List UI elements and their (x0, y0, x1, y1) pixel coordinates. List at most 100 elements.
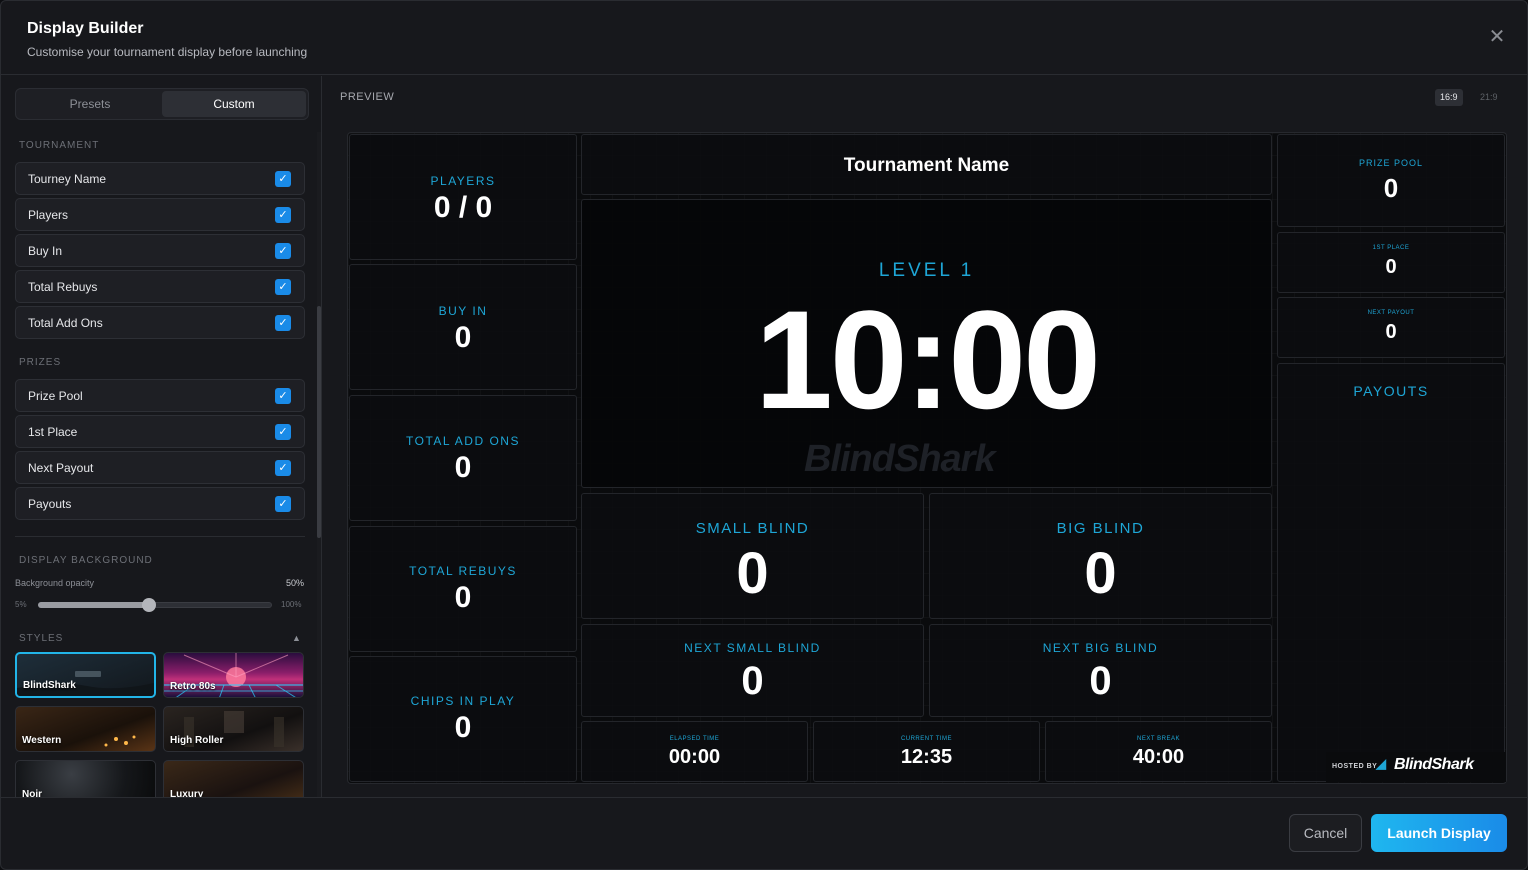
chips-in-play-tile: CHIPS IN PLAY 0 (349, 656, 577, 782)
checkbox-checked-icon[interactable]: ✓ (275, 279, 291, 295)
launch-display-button[interactable]: Launch Display (1371, 814, 1507, 852)
modal-header: Display Builder Customise your tournamen… (1, 1, 1527, 75)
players-tile: PLAYERS 0 / 0 (349, 134, 577, 260)
modal-footer: Cancel Launch Display (1, 797, 1527, 869)
big-blind-label: BIG BLIND (1056, 520, 1145, 537)
level-label: LEVEL 1 (878, 260, 975, 281)
option-total-add-ons[interactable]: Total Add Ons ✓ (15, 306, 305, 339)
section-label-styles: STYLES (19, 633, 64, 644)
small-blind-tile: SMALL BLIND 0 (581, 493, 924, 619)
option-payouts[interactable]: Payouts ✓ (15, 487, 305, 520)
next-small-blind-label: NEXT SMALL BLIND (684, 641, 821, 655)
opacity-slider-thumb[interactable] (142, 598, 156, 612)
checkbox-checked-icon[interactable]: ✓ (275, 243, 291, 259)
ratio-16-9-button[interactable]: 16:9 (1435, 89, 1463, 106)
checkbox-checked-icon[interactable]: ✓ (275, 388, 291, 404)
option-label: Total Rebuys (28, 280, 98, 294)
checkbox-checked-icon[interactable]: ✓ (275, 171, 291, 187)
checkbox-checked-icon[interactable]: ✓ (275, 424, 291, 440)
style-card-noir[interactable]: Noir (15, 760, 156, 797)
next-big-blind-tile: NEXT BIG BLIND 0 (929, 624, 1272, 717)
option-label: Tourney Name (28, 172, 107, 186)
current-time-label: CURRENT TIME (900, 736, 953, 742)
chips-in-play-label: CHIPS IN PLAY (410, 694, 516, 708)
total-rebuys-value: 0 (454, 581, 472, 614)
style-name: Noir (22, 789, 42, 797)
option-first-place[interactable]: 1st Place ✓ (15, 415, 305, 448)
first-place-tile: 1ST PLACE 0 (1277, 232, 1505, 293)
option-label: Total Add Ons (28, 316, 103, 330)
next-payout-tile: NEXT PAYOUT 0 (1277, 297, 1505, 358)
style-card-luxury[interactable]: Luxury (163, 760, 304, 797)
cancel-button[interactable]: Cancel (1289, 814, 1362, 852)
tournament-name: Tournament Name (843, 155, 1010, 176)
blindshark-style-thumbnail (17, 671, 154, 696)
chips-in-play-value: 0 (454, 711, 472, 744)
style-card-high-roller[interactable]: High Roller (163, 706, 304, 752)
payouts-tile: PAYOUTS HOSTED BY ◢ BlindShark (1277, 363, 1506, 782)
style-card-western[interactable]: Western (15, 706, 156, 752)
big-blind-tile: BIG BLIND 0 (929, 493, 1272, 619)
next-small-blind-value: 0 (741, 659, 764, 703)
prize-pool-tile: PRIZE POOL 0 (1277, 134, 1505, 227)
section-label-display-background: DISPLAY BACKGROUND (19, 555, 153, 566)
small-blind-value: 0 (736, 541, 769, 606)
total-add-ons-tile: TOTAL ADD ONS 0 (349, 395, 577, 521)
tab-custom[interactable]: Custom (162, 91, 306, 117)
option-players[interactable]: Players ✓ (15, 198, 305, 231)
checkbox-checked-icon[interactable]: ✓ (275, 496, 291, 512)
background-opacity-label: Background opacity (15, 578, 95, 588)
display-preview: PLAYERS 0 / 0 BUY IN 0 TOTAL ADD ONS 0 T… (347, 132, 1507, 784)
checkbox-checked-icon[interactable]: ✓ (275, 315, 291, 331)
big-blind-value: 0 (1084, 541, 1117, 606)
total-add-ons-label: TOTAL ADD ONS (406, 434, 520, 448)
current-time-tile: CURRENT TIME 12:35 (813, 721, 1040, 782)
checkbox-checked-icon[interactable]: ✓ (275, 207, 291, 223)
option-label: Players (28, 208, 69, 222)
option-total-rebuys[interactable]: Total Rebuys ✓ (15, 270, 305, 303)
current-time-value: 12:35 (900, 746, 953, 768)
opacity-slider-fill (38, 602, 149, 608)
first-place-value: 0 (1385, 256, 1397, 278)
ratio-21-9-button[interactable]: 21:9 (1475, 89, 1503, 106)
collapse-caret-icon[interactable]: ▲ (292, 633, 301, 643)
style-card-retro-80s[interactable]: Retro 80s (163, 652, 304, 698)
next-small-blind-tile: NEXT SMALL BLIND 0 (581, 624, 924, 717)
checkbox-checked-icon[interactable]: ✓ (275, 460, 291, 476)
tab-presets[interactable]: Presets (18, 91, 162, 117)
prize-pool-label: PRIZE POOL (1358, 158, 1423, 168)
elapsed-time-tile: ELAPSED TIME 00:00 (581, 721, 808, 782)
background-opacity-value: 50% (286, 578, 305, 588)
style-card-blindshark[interactable]: BlindShark (15, 652, 156, 698)
next-payout-value: 0 (1385, 321, 1397, 343)
prize-pool-value: 0 (1383, 173, 1399, 203)
total-add-ons-value: 0 (454, 451, 472, 484)
clock-tile: LEVEL 1 10:00 BlindShark (581, 199, 1272, 488)
players-value: 0 / 0 (433, 191, 493, 224)
hosted-by-badge: HOSTED BY ◢ BlindShark (1326, 752, 1506, 782)
next-break-tile: NEXT BREAK 40:00 (1045, 721, 1272, 782)
option-next-payout[interactable]: Next Payout ✓ (15, 451, 305, 484)
style-name: Retro 80s (170, 681, 216, 692)
option-prize-pool[interactable]: Prize Pool ✓ (15, 379, 305, 412)
option-buy-in[interactable]: Buy In ✓ (15, 234, 305, 267)
first-place-label: 1ST PLACE (1372, 245, 1410, 251)
option-tourney-name[interactable]: Tourney Name ✓ (15, 162, 305, 195)
small-blind-label: SMALL BLIND (695, 520, 810, 537)
elapsed-time-label: ELAPSED TIME (669, 736, 720, 742)
modal-title: Display Builder (27, 20, 144, 37)
style-name: High Roller (170, 735, 224, 746)
option-label: Buy In (28, 244, 63, 258)
mode-tabs: Presets Custom (15, 88, 309, 120)
total-rebuys-tile: TOTAL REBUYS 0 (349, 526, 577, 652)
preview-label: PREVIEW (340, 91, 395, 103)
option-label: Payouts (28, 497, 72, 511)
display-builder-modal: Display Builder Customise your tournamen… (0, 0, 1528, 870)
hosted-by-label: HOSTED BY (1332, 763, 1378, 770)
close-icon[interactable]: ✕ (1487, 27, 1507, 47)
sidebar-scrollbar-thumb[interactable] (317, 306, 321, 538)
tournament-name-tile: Tournament Name (581, 134, 1272, 195)
blindshark-brand: BlindShark (1394, 756, 1474, 773)
option-label: 1st Place (28, 425, 78, 439)
shark-fin-icon: ◢ (1376, 756, 1386, 771)
